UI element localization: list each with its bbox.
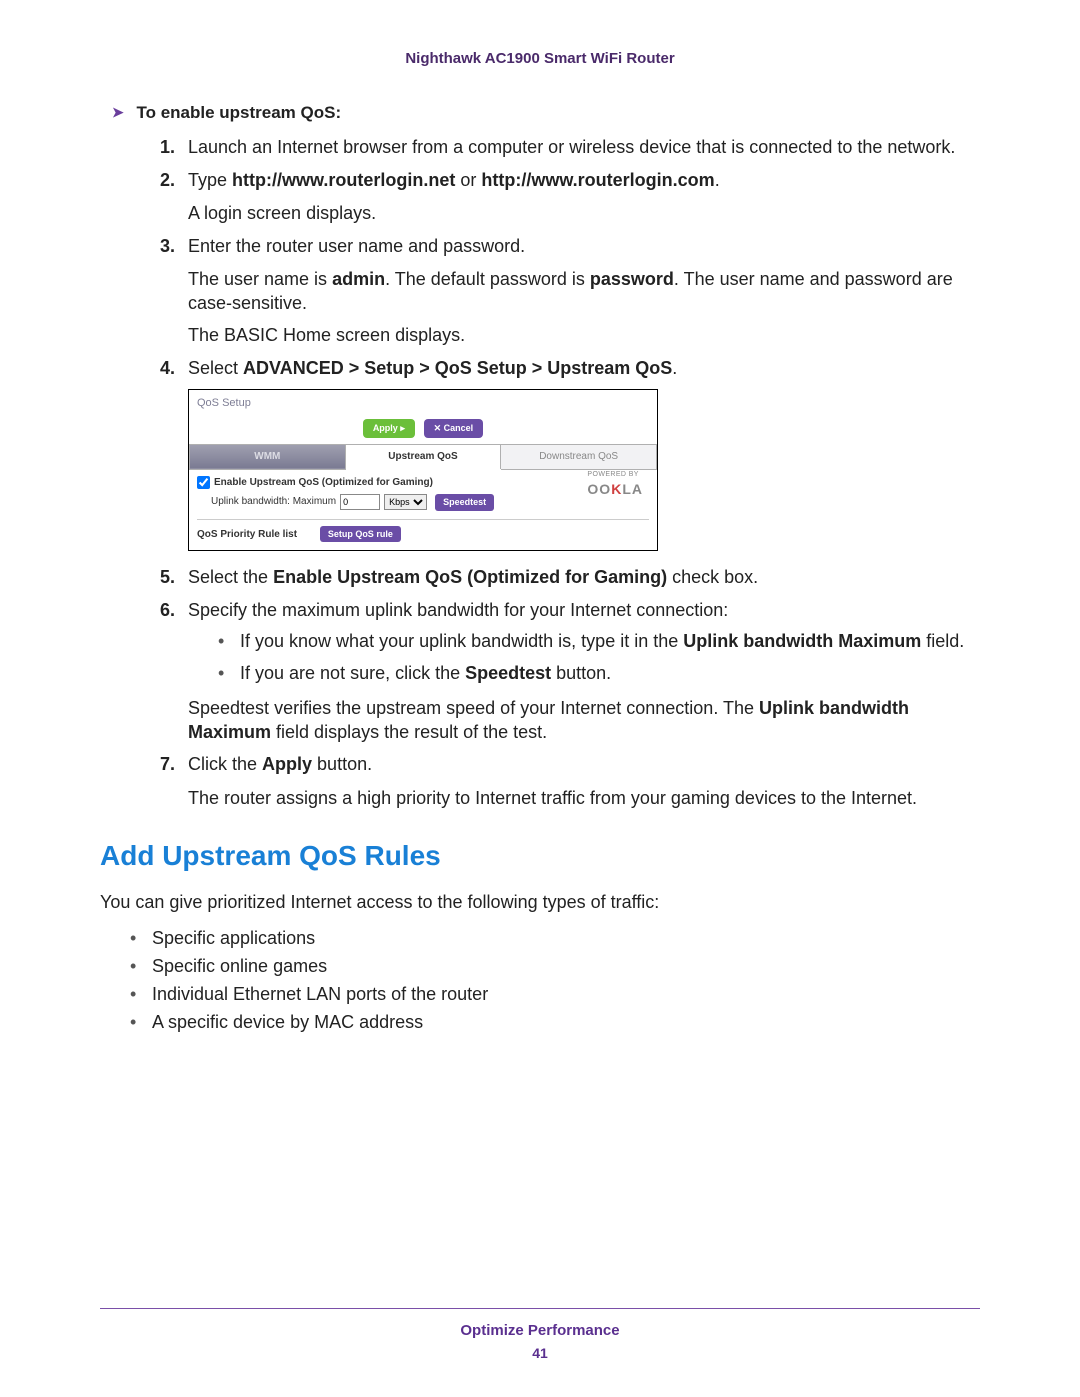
tab-downstream-qos[interactable]: Downstream QoS (501, 444, 657, 469)
tab-wmm[interactable]: WMM (190, 444, 346, 469)
step-item: Select the Enable Upstream QoS (Optimize… (160, 565, 980, 590)
uplink-unit-select[interactable]: Kbps (384, 494, 427, 510)
traffic-type-list: Specific applicationsSpecific online gam… (130, 925, 980, 1037)
list-item: Specific applications (130, 925, 980, 953)
step-item: Click the Apply button.The router assign… (160, 752, 980, 809)
footer-rule (100, 1308, 980, 1309)
sub-step: If you are not sure, click the Speedtest… (218, 661, 980, 686)
footer-page-number: 41 (0, 1345, 1080, 1361)
step-paragraph: A login screen displays. (188, 201, 980, 225)
qos-priority-rule-list-label: QoS Priority Rule list (197, 528, 297, 542)
powered-by-label: POWERED BY (587, 470, 643, 480)
tab-upstream-qos[interactable]: Upstream QoS (345, 444, 501, 469)
enable-upstream-qos-label: Enable Upstream QoS (Optimized for Gamin… (214, 476, 433, 490)
sub-step: If you know what your uplink bandwidth i… (218, 629, 980, 654)
uplink-label: Uplink bandwidth: Maximum (211, 495, 336, 509)
procedure-title: ➤ To enable upstream QoS: (112, 103, 980, 123)
step-item: Type http://www.routerlogin.net or http:… (160, 168, 980, 225)
step-item: Specify the maximum uplink bandwidth for… (160, 598, 980, 744)
section-intro: You can give prioritized Internet access… (100, 890, 980, 915)
list-item: A specific device by MAC address (130, 1009, 980, 1037)
qos-screenshot: QoS Setup Apply ▸ ✕ Cancel WMM Upstream … (188, 389, 658, 551)
ookla-logo: OOKLA (587, 480, 643, 500)
step-paragraph: The user name is admin. The default pass… (188, 267, 980, 316)
step-item: Select ADVANCED > Setup > QoS Setup > Up… (160, 356, 980, 551)
section-heading: Add Upstream QoS Rules (100, 840, 980, 872)
list-item: Individual Ethernet LAN ports of the rou… (130, 981, 980, 1009)
step-paragraph: The router assigns a high priority to In… (188, 786, 980, 810)
screenshot-title: QoS Setup (189, 390, 657, 419)
step-item: Launch an Internet browser from a comput… (160, 135, 980, 160)
uplink-bandwidth-input[interactable] (340, 494, 380, 510)
step-list: Launch an Internet browser from a comput… (160, 135, 980, 810)
document-header: Nighthawk AC1900 Smart WiFi Router (100, 50, 980, 67)
cancel-button[interactable]: ✕ Cancel (424, 419, 484, 438)
step-paragraph: Speedtest verifies the upstream speed of… (188, 696, 980, 745)
list-item: Specific online games (130, 953, 980, 981)
step-paragraph: The BASIC Home screen displays. (188, 323, 980, 347)
apply-button[interactable]: Apply ▸ (363, 419, 415, 438)
footer-label: Optimize Performance (0, 1322, 1080, 1339)
chevron-icon: ➤ (112, 104, 124, 120)
enable-upstream-qos-checkbox[interactable] (197, 476, 210, 489)
setup-qos-rule-button[interactable]: Setup QoS rule (320, 526, 401, 543)
step-item: Enter the router user name and password.… (160, 234, 980, 348)
speedtest-button[interactable]: Speedtest (435, 494, 494, 511)
